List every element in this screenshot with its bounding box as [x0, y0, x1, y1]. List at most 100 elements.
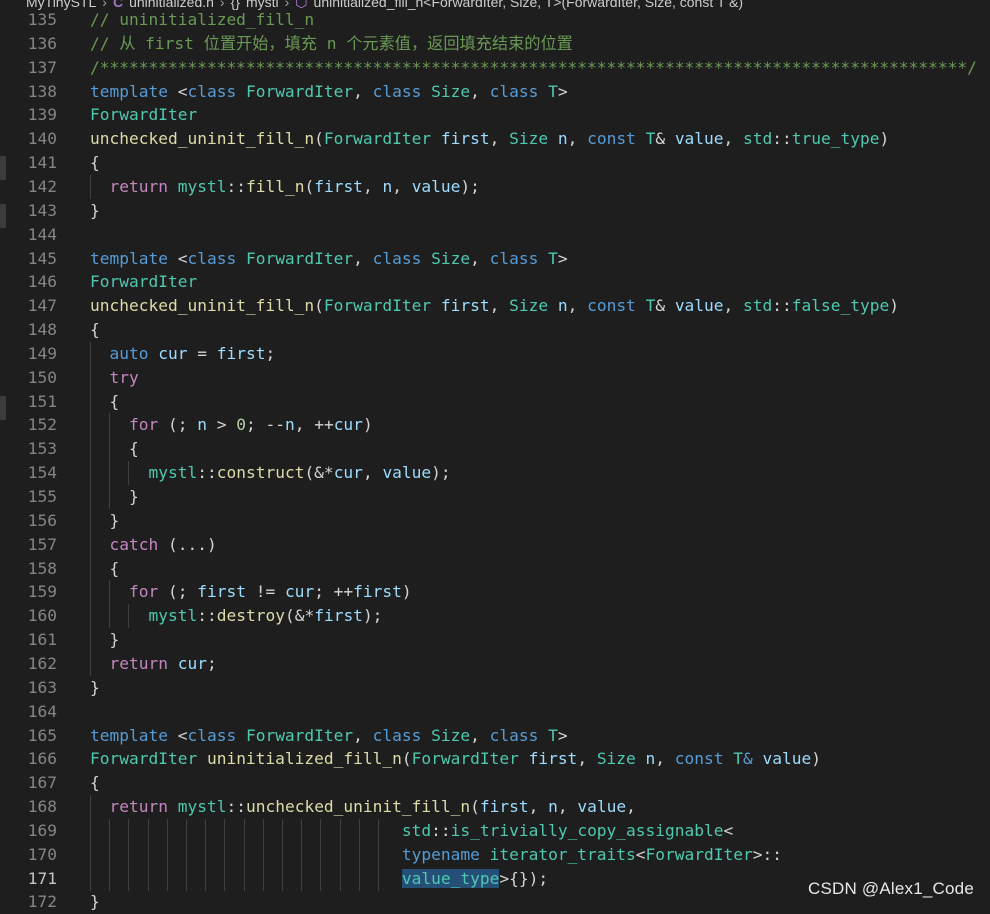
code-token: }: [90, 892, 100, 912]
code-token: (&*: [284, 606, 315, 626]
code-token: >: [557, 725, 568, 745]
code-token: T: [645, 296, 656, 316]
code-token: try: [109, 367, 139, 387]
code-line[interactable]: 166 ForwardIter uninitialized_fill_n(Forw…: [0, 747, 990, 771]
code-token: template: [90, 81, 178, 101]
code-token: ForwardIter: [245, 81, 354, 101]
code-token: unchecked_uninit_fill_n: [90, 296, 315, 316]
code-token: ): [401, 582, 412, 602]
code-line[interactable]: 146 ForwardIter: [0, 270, 990, 294]
code-text: ForwardIter uninitialized_fill_n(Forward…: [90, 747, 821, 771]
code-line[interactable]: 147 unchecked_uninit_fill_n(ForwardIter f…: [0, 294, 990, 318]
code-token: // uninitialized_fill_n: [90, 10, 315, 29]
code-line[interactable]: 167 {: [0, 771, 990, 795]
code-token: n: [548, 797, 558, 817]
code-token: for: [128, 582, 168, 602]
code-token: {: [90, 320, 100, 340]
code-line[interactable]: 138 template <class ForwardIter, class Si…: [0, 80, 990, 104]
code-token: mystl: [148, 606, 198, 626]
code-line[interactable]: 163}: [0, 676, 990, 700]
code-line[interactable]: 136 // 从 first 位置开始，填充 n 个元素值，返回填充结束的位置: [0, 32, 990, 56]
code-line[interactable]: 158 {: [0, 556, 990, 581]
code-token: first: [216, 343, 266, 363]
code-line[interactable]: 145 template <class ForwardIter, class Si…: [0, 247, 990, 271]
code-token: mystl: [148, 463, 198, 483]
code-text: auto cur = first;: [90, 342, 276, 366]
code-token: class: [372, 248, 432, 268]
code-line[interactable]: 149 auto cur = first;: [0, 341, 990, 366]
line-number: 151: [27, 391, 57, 411]
code-line[interactable]: 137 /************************************…: [0, 56, 990, 80]
code-token: const: [587, 129, 646, 149]
line-number: 164: [27, 701, 57, 721]
code-token: ;: [265, 343, 276, 363]
code-token: ,: [489, 129, 510, 149]
code-token: mystl: [177, 797, 227, 817]
code-token: first: [528, 749, 578, 769]
code-line[interactable]: 151 {: [0, 389, 990, 414]
code-line[interactable]: 157 catch (...): [0, 532, 990, 557]
line-number: 170: [27, 844, 57, 864]
code-token: ,: [362, 463, 383, 483]
code-line[interactable]: 152 for (; n > 0; --n, ++cur): [0, 413, 990, 438]
code-line[interactable]: 170 typename iterator_traits<ForwardIter…: [0, 842, 990, 867]
code-text: template <class ForwardIter, class Size,…: [90, 247, 568, 271]
code-token: ::: [197, 463, 217, 483]
code-text: }: [90, 199, 100, 223]
code-token: (: [314, 129, 324, 149]
code-text: ForwardIter: [90, 103, 197, 127]
code-token: auto: [109, 343, 159, 363]
code-token: // 从 first 位置开始，填充 n 个元素值，返回填充结束的位置: [90, 33, 573, 53]
line-number: 152: [27, 415, 57, 435]
code-token: >::: [752, 844, 782, 864]
code-text: // 从 first 位置开始，填充 n 个元素值，返回填充结束的位置: [90, 32, 573, 56]
code-line[interactable]: 165 template <class ForwardIter, class Si…: [0, 724, 990, 748]
code-text: unchecked_uninit_fill_n(ForwardIter firs…: [90, 294, 899, 318]
code-token: (: [470, 797, 480, 817]
code-token: ForwardIter: [90, 272, 198, 292]
code-line[interactable]: 161 }: [0, 628, 990, 653]
code-token: (;: [167, 415, 198, 435]
code-token: typename: [401, 844, 490, 864]
code-line[interactable]: 169 std::is_trivially_copy_assignable<: [0, 818, 990, 843]
code-line[interactable]: 144: [0, 223, 990, 247]
line-number: 142: [27, 176, 57, 196]
code-token: );: [460, 176, 480, 196]
code-token: ,: [723, 129, 744, 149]
code-token: &: [655, 296, 675, 316]
code-line[interactable]: 148 {: [0, 318, 990, 342]
code-line[interactable]: 142 return mystl::fill_n(first, n, value…: [0, 174, 990, 199]
code-editor[interactable]: 135 // uninitialized_fill_n 136 // 从 first …: [0, 10, 990, 912]
code-line[interactable]: 139 ForwardIter: [0, 103, 990, 127]
code-line[interactable]: 164: [0, 700, 990, 724]
code-text: std::is_trivially_copy_assignable<: [90, 819, 733, 843]
code-token: std: [401, 820, 432, 840]
code-line[interactable]: 156 }: [0, 508, 990, 533]
code-line[interactable]: 135 // uninitialized_fill_n: [0, 8, 990, 32]
code-line[interactable]: 154 mystl::construct(&*cur, value);: [0, 461, 990, 486]
code-line[interactable]: 153 {: [0, 437, 990, 462]
line-number: 147: [27, 296, 57, 316]
code-line[interactable]: 150 try: [0, 365, 990, 390]
code-text: mystl::destroy(&*first);: [90, 604, 382, 628]
code-token: ,: [567, 296, 588, 316]
code-token: ::: [226, 797, 246, 817]
line-number: 141: [27, 153, 57, 173]
code-line[interactable]: 159 for (; first != cur; ++first): [0, 580, 990, 605]
code-line[interactable]: 155 }: [0, 485, 990, 509]
code-line[interactable]: 140 unchecked_uninit_fill_n(ForwardIter f…: [0, 127, 990, 151]
code-line[interactable]: 143}: [0, 199, 990, 223]
code-text: }: [90, 628, 119, 652]
code-line[interactable]: 168 return mystl::unchecked_uninit_fill_…: [0, 795, 990, 820]
code-text: catch (...): [90, 533, 217, 557]
code-text: template <class ForwardIter, class Size,…: [90, 724, 568, 748]
code-line[interactable]: 160 mystl::destroy(&*first);: [0, 604, 990, 629]
code-line[interactable]: 162 return cur;: [0, 651, 990, 676]
code-token: value: [674, 129, 724, 149]
code-line[interactable]: 141 {: [0, 151, 990, 175]
